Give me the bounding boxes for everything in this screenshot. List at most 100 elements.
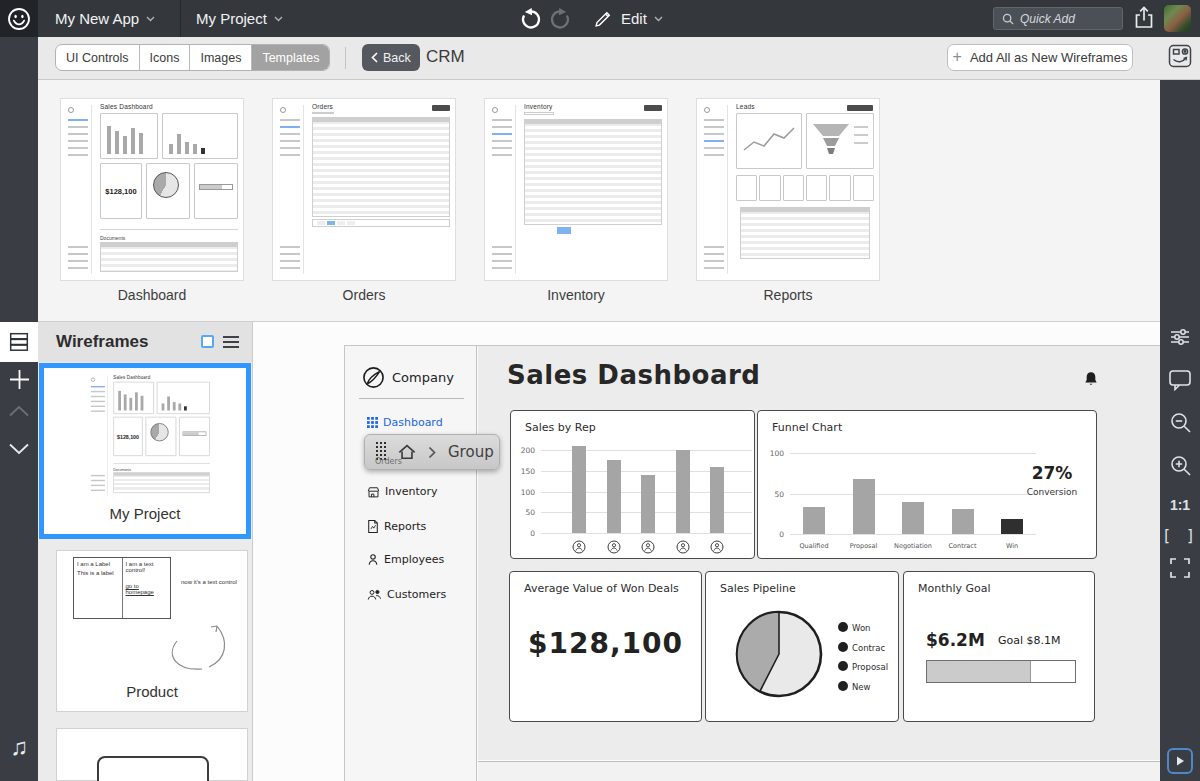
company-label: Company	[392, 370, 454, 385]
add-wireframe-button[interactable]	[0, 367, 38, 392]
mini-title: Orders	[312, 103, 333, 110]
wireframe-list-icon	[7, 330, 31, 354]
zoom-100-button[interactable]: 1:1	[1170, 497, 1190, 513]
list-view-icon[interactable]	[223, 336, 239, 351]
chevron-right-icon	[428, 446, 436, 459]
inspector-button[interactable]	[1168, 325, 1192, 353]
app-logo[interactable]	[0, 0, 38, 37]
play-button[interactable]	[1167, 748, 1193, 774]
project-menu[interactable]: My Project	[196, 0, 283, 37]
wireframe-thumb-3[interactable]	[56, 728, 248, 781]
goal-label: Goal $8.1M	[998, 634, 1061, 647]
conversion-value: 27%	[1022, 463, 1082, 483]
user-avatar[interactable]	[1164, 5, 1191, 32]
legend-dot	[838, 622, 848, 632]
undo-button[interactable]	[518, 6, 543, 35]
wf-card-funnel: Funnel Chart 050100 QualifiedProposalNeg…	[757, 410, 1097, 559]
pencil-icon	[592, 8, 614, 30]
person-circle-icon	[710, 540, 724, 554]
wf-nav-dashboard: Dashboard	[367, 416, 443, 429]
mini-sidebar	[701, 105, 728, 274]
thumbnail-view-icon[interactable]	[201, 335, 214, 348]
fullscreen-icon	[1169, 557, 1191, 579]
editor-canvas[interactable]: Company Dashboard Orders Group	[252, 322, 1160, 781]
template-gallery: Sales Dashboard $128,100 Documents Dashb…	[38, 80, 1160, 322]
top-bar: My New App My Project Edit Quick Add	[0, 0, 1200, 37]
template-card-inventory[interactable]: Inventory	[484, 98, 668, 281]
ui-library-toggle-button[interactable]	[1166, 42, 1194, 70]
wf-nav-reports: Reports	[367, 519, 426, 533]
toolbar: UI Controls Icons Images Templates Back …	[38, 37, 1200, 80]
store-icon	[367, 486, 380, 498]
person-circle-icon	[572, 540, 586, 554]
wireframe-thumb-product[interactable]: I am a Label This is a label I am a text…	[56, 550, 248, 712]
thumb-label: Product	[57, 683, 247, 700]
music-note-icon: ♫	[10, 733, 28, 761]
chevron-down-icon	[274, 16, 283, 22]
mini-title: Inventory	[524, 103, 553, 110]
person-icon	[367, 553, 379, 566]
add-all-button[interactable]: +Add All as New Wireframes	[947, 44, 1133, 71]
topbar-divider	[180, 0, 181, 37]
zoom-out-button[interactable]	[1169, 411, 1192, 438]
wf-documents-band	[478, 761, 1161, 781]
move-up-button[interactable]	[0, 405, 38, 417]
template-card-reports[interactable]: Leads	[696, 98, 880, 281]
template-label: Inventory	[484, 287, 668, 303]
zoom-out-icon	[1169, 411, 1192, 434]
grid-icon	[367, 417, 378, 428]
mini-sidebar	[277, 105, 304, 274]
back-button[interactable]: Back	[362, 44, 420, 71]
wf-nav-employees: Employees	[367, 553, 444, 566]
people-icon	[367, 588, 382, 601]
edit-menu[interactable]: Edit	[592, 0, 663, 37]
bell-icon	[1082, 370, 1100, 390]
music-button[interactable]: ♫	[0, 733, 38, 761]
tab-templates[interactable]: Templates	[252, 45, 329, 70]
mini-title: Leads	[736, 103, 755, 110]
wireframes-panel: Sales Dashboard $128,100 Documents My Pr…	[38, 322, 252, 781]
quick-add-input[interactable]: Quick Add	[993, 7, 1123, 30]
legend-label: Proposal	[852, 662, 888, 672]
app-menu-label: My New App	[55, 10, 139, 27]
zoom-in-icon	[1169, 454, 1192, 477]
chevron-down-icon	[654, 16, 663, 22]
tab-icons[interactable]: Icons	[140, 45, 191, 70]
fit-selection-button[interactable]: [ ]	[1162, 527, 1198, 545]
tab-ui-controls[interactable]: UI Controls	[56, 45, 140, 70]
legend-dot	[838, 681, 848, 691]
legend-label: Contrac	[852, 643, 885, 653]
share-button[interactable]	[1131, 5, 1157, 35]
app-menu[interactable]: My New App	[55, 0, 155, 37]
template-label: Reports	[696, 287, 880, 303]
wireframes-panel-header: Wireframes	[38, 322, 252, 362]
template-label: Dashboard	[60, 287, 244, 303]
edit-menu-label: Edit	[621, 10, 647, 27]
group-overlay[interactable]: Orders Group	[364, 434, 500, 470]
wireframes-view-button[interactable]	[0, 322, 38, 362]
person-circle-icon	[641, 540, 655, 554]
template-card-dashboard[interactable]: Sales Dashboard $128,100 Documents	[60, 98, 244, 281]
legend-dot	[838, 661, 848, 671]
fit-screen-button[interactable]	[1169, 557, 1191, 583]
comments-button[interactable]	[1168, 369, 1192, 395]
toolbar-divider	[345, 47, 346, 69]
app-window: My New App My Project Edit Quick Add	[0, 0, 1200, 781]
template-card-orders[interactable]: Orders	[272, 98, 456, 281]
chevron-down-icon	[8, 443, 30, 455]
tab-images[interactable]: Images	[190, 45, 252, 70]
wireframe-sheet[interactable]: Company Dashboard Orders Group	[344, 345, 1161, 781]
wf-card-pipeline: Sales Pipeline WonContracProposalNew	[705, 571, 899, 722]
wireframe-thumb-my-project[interactable]: Sales Dashboard $128,100 Documents My Pr…	[39, 363, 251, 539]
search-icon	[1002, 13, 1014, 25]
conversion-label: Conversion	[1022, 487, 1082, 497]
redo-button[interactable]	[548, 6, 573, 35]
comment-icon	[1168, 369, 1192, 391]
legend-label: New	[852, 682, 871, 692]
hidden-nav-label: Orders	[375, 457, 402, 466]
wf-main: Sales Dashboard Sales by Rep 05010015020…	[478, 346, 1161, 760]
thumb-label: My Project	[44, 505, 246, 522]
zoom-in-button[interactable]	[1169, 454, 1192, 481]
move-down-button[interactable]	[0, 443, 38, 455]
project-menu-label: My Project	[196, 10, 267, 27]
